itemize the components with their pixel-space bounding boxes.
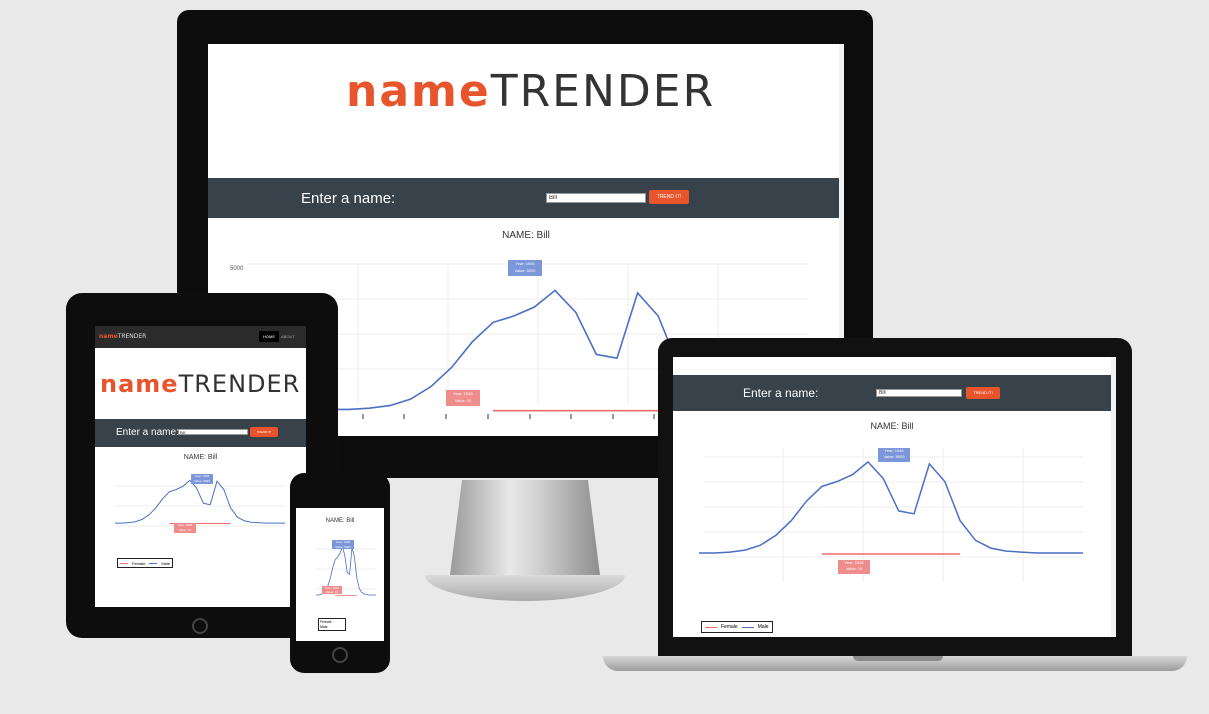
chart-title: NAME: Bill <box>502 230 550 241</box>
female-tooltip-value: Value: 10 <box>845 566 863 571</box>
search-bar: Enter a name: TREND IT! <box>673 375 1111 411</box>
male-tooltip-year: Year: 1946 <box>515 261 535 266</box>
navbar-logo-trender: TRENDER <box>117 333 147 340</box>
search-input[interactable] <box>876 389 962 397</box>
search-label: Enter a name: <box>301 190 396 207</box>
male-series-line <box>115 479 285 524</box>
female-tooltip: Year: 1946 Value: 10 <box>446 390 480 406</box>
search-bar: Enter a name: TREND IT! <box>95 419 306 447</box>
x-axis-ticks <box>362 414 655 419</box>
male-tooltip-value: Value: 5000 <box>514 268 536 273</box>
female-tooltip-value: Value: 10 <box>325 590 339 594</box>
navbar-logo[interactable]: nameTRENDER <box>99 333 146 340</box>
male-tooltip-value: Value: 5000 <box>335 544 351 549</box>
brand-logo[interactable]: nameTRENDER <box>100 370 300 398</box>
male-tooltip: Year: 1946 Value: 5000 <box>508 260 542 276</box>
search-input[interactable] <box>546 193 646 203</box>
male-tooltip: Year: 1946 Value: 5000 <box>878 448 910 462</box>
male-tooltip-value: Value: 5000 <box>883 454 905 459</box>
tablet-screen: nameTRENDER HOME ABOUT nameTRENDER Enter… <box>95 326 306 607</box>
trend-button[interactable]: TREND IT! <box>966 387 1000 399</box>
nav-home[interactable]: HOME <box>259 331 279 342</box>
legend-male-swatch <box>149 562 158 564</box>
logo-word-name: name <box>346 66 491 117</box>
search-input[interactable] <box>178 429 248 435</box>
legend-female-label: Female <box>721 624 738 630</box>
laptop-screen: Enter a name: TREND IT! NAME: Bill Year:… <box>673 357 1116 637</box>
chart-legend: Female Male <box>318 618 346 631</box>
navbar-logo-name: name <box>99 333 118 340</box>
trend-button[interactable]: TREND IT! <box>250 427 278 437</box>
legend-male-label: Male <box>320 625 328 629</box>
female-tooltip-value: Value: 10 <box>454 398 472 403</box>
chart-legend: Female Male <box>701 621 773 633</box>
legend-female-swatch <box>705 626 717 628</box>
laptop-line-chart <box>699 447 1083 582</box>
tablet-navbar: nameTRENDER HOME ABOUT <box>95 326 306 348</box>
female-tooltip-value: Value: 10 <box>178 528 192 532</box>
female-tooltip-year: Year: 1946 <box>453 391 473 396</box>
female-tooltip: Year: 1946 Value: 10 <box>174 523 196 533</box>
male-tooltip: Year: 1946 Value: 5000 <box>332 540 354 549</box>
female-tooltip: Year: 1946 Value: 10 <box>322 586 342 594</box>
trend-button[interactable]: TREND IT! <box>649 190 689 204</box>
chart-title: NAME: Bill <box>870 421 914 431</box>
logo-word-trender: TRENDER <box>490 66 716 117</box>
nav-about[interactable]: ABOUT <box>281 334 295 339</box>
chart-grid <box>703 447 1083 582</box>
logo-word-trender: TRENDER <box>178 370 301 398</box>
chart-grid <box>316 548 376 590</box>
search-bar: Enter a name: TREND IT! <box>208 178 844 218</box>
brand-logo[interactable]: nameTRENDER <box>346 66 715 117</box>
legend-male-label: Male <box>757 624 769 630</box>
chart-title: NAME: Bill <box>183 454 218 461</box>
tablet-home-button <box>192 618 208 634</box>
phone-screen: NAME: Bill Year: 1946 Value: 5000 Year: 1… <box>296 508 384 641</box>
search-label: Enter a name: <box>743 386 819 400</box>
legend-female-label: Female <box>132 560 146 566</box>
desktop-monitor-base <box>425 575 625 601</box>
legend-male-swatch <box>741 626 754 628</box>
search-label: Enter a name: <box>116 427 179 438</box>
female-tooltip: Year: 1946 Value: 10 <box>838 560 870 574</box>
logo-word-name: name <box>100 370 179 398</box>
male-tooltip-value: Value: 5000 <box>194 479 210 483</box>
chart-title: NAME: Bill <box>325 518 355 524</box>
chart-legend: Female Male <box>117 558 174 568</box>
legend-male-label: Male <box>161 560 171 566</box>
legend-female-label: Female <box>320 620 332 624</box>
laptop-notch <box>853 656 943 661</box>
legend-female-swatch <box>120 562 128 564</box>
desktop-monitor-stand <box>450 480 600 575</box>
phone-home-button <box>332 647 348 663</box>
male-tooltip: Year: 1946 Value: 5000 <box>191 474 213 484</box>
laptop-scrollbar[interactable] <box>1111 357 1116 637</box>
